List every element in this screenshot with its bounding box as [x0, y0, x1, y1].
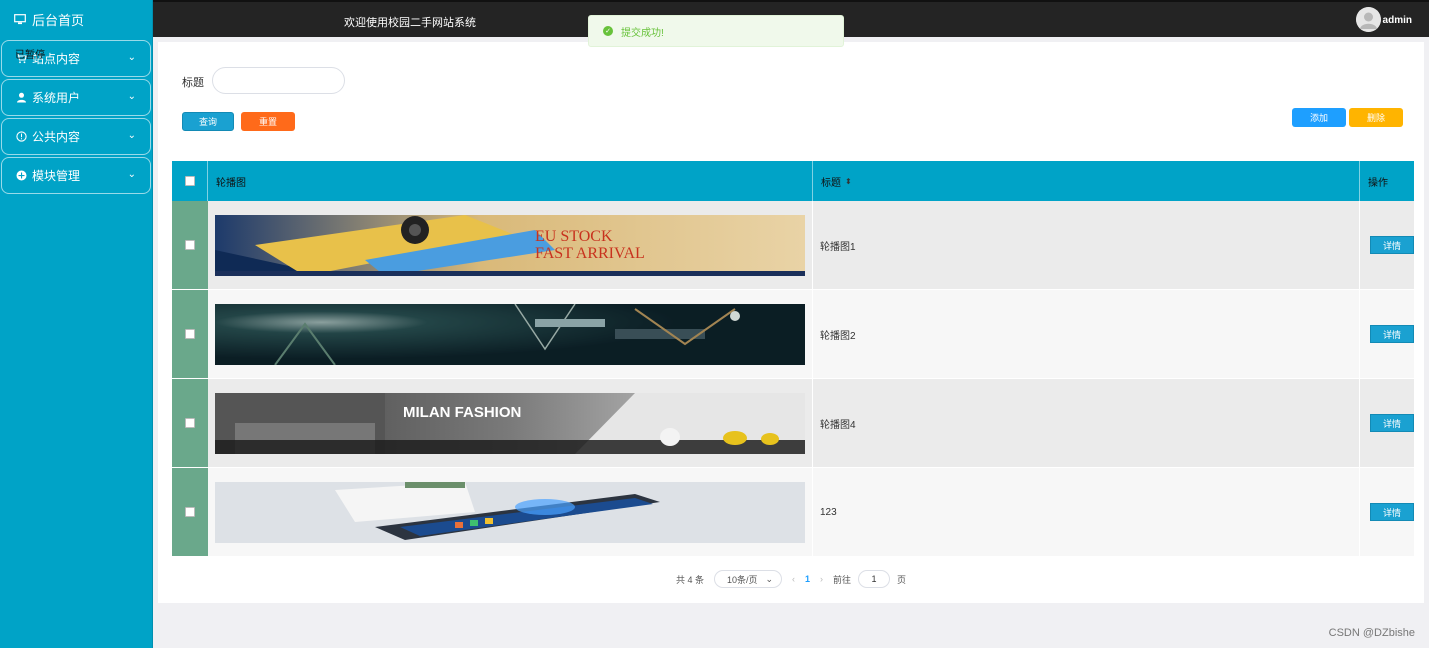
row-checkbox-cell	[172, 379, 208, 467]
chevron-down-icon: ⌄	[127, 130, 136, 141]
banner-text-eu-stock: EU STOCK	[535, 228, 613, 245]
sidebar-item-label: 公共内容	[32, 130, 81, 144]
banner-text-milan-fashion: MILAN FASHION	[403, 404, 521, 421]
row-checkbox[interactable]	[185, 418, 195, 428]
delete-button[interactable]: 删除	[1349, 108, 1403, 127]
row-image-cell	[208, 290, 813, 378]
goto-suffix: 页	[897, 574, 907, 585]
table-row: EU STOCK FAST ARRIVAL 轮播图1 详情	[172, 201, 1414, 290]
sidebar-item-public-content[interactable]: 公共内容 ⌄	[1, 118, 151, 155]
row-image-cell: MILAN FASHION	[208, 379, 813, 467]
sidebar-item-module-management[interactable]: 模块管理 ⌄	[1, 157, 151, 194]
row-checkbox-cell	[172, 201, 208, 289]
success-toast: ✓ 提交成功!	[588, 15, 844, 47]
chevron-down-icon: ⌄	[127, 52, 136, 63]
header-title[interactable]: 标题 ⬍	[813, 161, 1360, 201]
header-image: 轮播图	[208, 161, 813, 201]
query-button[interactable]: 查询	[182, 112, 234, 131]
chevron-down-icon: ⌄	[127, 91, 136, 102]
pagination: 共 4 条 10条/页 ⌄ ‹ 1 › 前往 1 页	[158, 569, 1424, 589]
banner-image-smartphone	[215, 481, 805, 543]
row-ops-cell: 详情	[1360, 379, 1414, 467]
row-title: 轮播图4	[813, 379, 1360, 467]
row-checkbox-cell	[172, 290, 208, 378]
sidebar: 后台首页 站点内容 ⌄ 已暂停 系统用户 ⌄ 公共内容 ⌄ 模块管理 ⌄	[0, 0, 153, 648]
sidebar-item-label: 系统用户	[32, 91, 81, 105]
banner-image-milan: MILAN FASHION	[215, 392, 805, 454]
banner-image-phone: EU STOCK FAST ARRIVAL	[215, 214, 805, 276]
main-panel: 标题 查询 重置 添加 删除 轮播图 标题 ⬍ 操作 EU STOCK FAST…	[158, 42, 1424, 603]
sidebar-home-label: 后台首页	[32, 12, 85, 28]
banner-table: 轮播图 标题 ⬍ 操作 EU STOCK FAST ARRIVAL 轮播图1 详…	[172, 161, 1414, 557]
detail-button[interactable]: 详情	[1370, 414, 1414, 432]
detail-button[interactable]: 详情	[1370, 236, 1414, 254]
username[interactable]: admin	[1383, 15, 1412, 26]
header-ops: 操作	[1368, 177, 1388, 189]
select-all-checkbox[interactable]	[184, 176, 195, 186]
select-all-cell	[172, 161, 208, 201]
info-icon	[16, 131, 27, 142]
row-ops-cell: 详情	[1360, 468, 1414, 556]
row-image-cell	[208, 468, 813, 556]
table-row: 123 详情	[172, 468, 1414, 557]
toast-message: 提交成功!	[621, 27, 664, 39]
sidebar-item-label: 模块管理	[32, 169, 81, 183]
paused-overlay-text: 已暂停	[15, 50, 45, 61]
sidebar-item-system-users[interactable]: 系统用户 ⌄	[1, 79, 151, 116]
row-image-cell: EU STOCK FAST ARRIVAL	[208, 201, 813, 289]
table-row: 轮播图2 详情	[172, 290, 1414, 379]
search-title-label: 标题	[182, 77, 204, 89]
row-title: 轮播图2	[813, 290, 1360, 378]
user-avatar-icon	[1356, 7, 1381, 32]
table-row: MILAN FASHION 轮播图4 详情	[172, 379, 1414, 468]
search-title-input[interactable]	[212, 67, 345, 94]
chevron-down-icon: ⌄	[127, 169, 136, 180]
row-ops-cell: 详情	[1360, 201, 1414, 289]
row-title: 轮播图1	[813, 201, 1360, 289]
banner-text-fast-arrival: FAST ARRIVAL	[535, 245, 645, 262]
goto-page-input[interactable]: 1	[858, 570, 891, 588]
welcome-text: 欢迎使用校园二手网站系统	[344, 17, 476, 29]
row-checkbox[interactable]	[185, 240, 195, 250]
row-checkbox-cell	[172, 468, 208, 556]
row-title: 123	[813, 468, 1360, 556]
chevron-down-icon: ⌄	[765, 573, 773, 584]
goto-label: 前往	[833, 574, 852, 585]
avatar[interactable]	[1356, 7, 1381, 32]
prev-page-icon[interactable]: ‹	[792, 574, 795, 584]
sidebar-home[interactable]: 后台首页	[0, 0, 152, 38]
detail-button[interactable]: 详情	[1370, 325, 1414, 343]
user-icon	[16, 92, 27, 103]
row-checkbox[interactable]	[185, 329, 195, 339]
plus-circle-icon	[16, 170, 27, 181]
sort-icon[interactable]: ⬍	[845, 177, 852, 186]
reset-button[interactable]: 重置	[241, 112, 295, 131]
monitor-icon	[14, 13, 26, 24]
watermark: CSDN @DZbishe	[1328, 627, 1415, 639]
row-ops-cell: 详情	[1360, 290, 1414, 378]
banner-image-forest	[215, 303, 805, 365]
add-button[interactable]: 添加	[1292, 108, 1346, 127]
page-size-value: 10条/页	[726, 574, 758, 585]
table-header: 轮播图 标题 ⬍ 操作	[172, 161, 1414, 201]
detail-button[interactable]: 详情	[1370, 503, 1414, 521]
next-page-icon[interactable]: ›	[820, 574, 823, 584]
page-size-select[interactable]: 10条/页 ⌄	[713, 570, 782, 588]
check-circle-icon: ✓	[603, 26, 613, 36]
pagination-total: 共 4 条	[675, 574, 704, 585]
page-number-current[interactable]: 1	[805, 574, 810, 584]
header-title-label: 标题	[821, 177, 841, 189]
row-checkbox[interactable]	[185, 507, 195, 517]
